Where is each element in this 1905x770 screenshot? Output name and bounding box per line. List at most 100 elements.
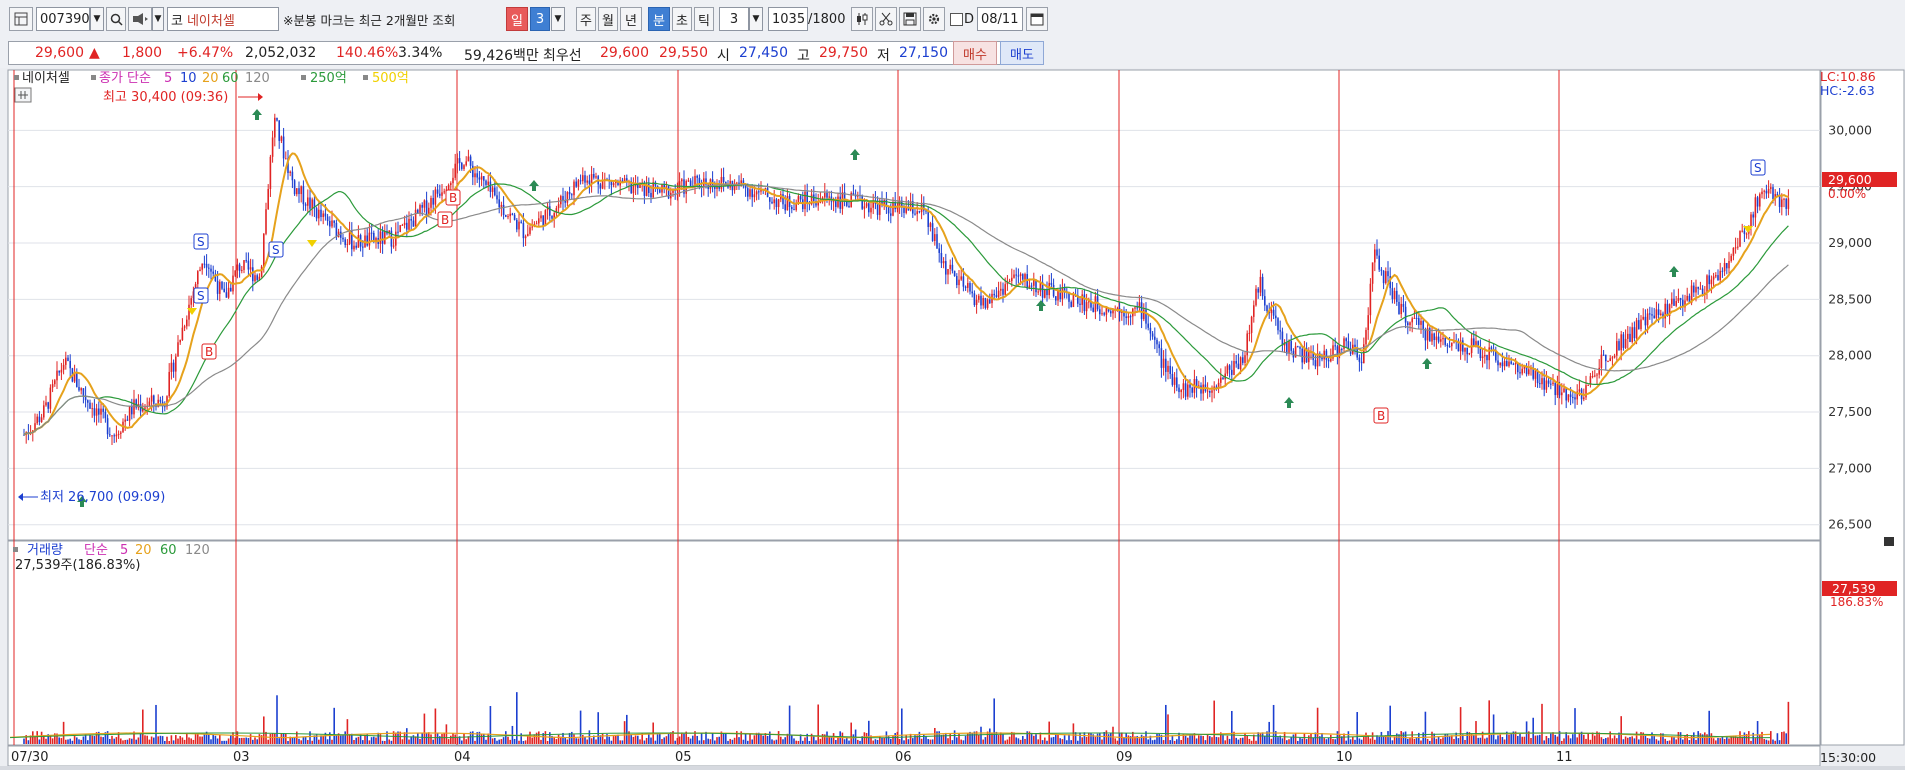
gear-icon[interactable]: [923, 7, 945, 31]
quote-bar: 29,600 ▲ 1,800 +6.47% 2,052,032 140.46% …: [0, 38, 1905, 69]
tab-day[interactable]: 일: [506, 7, 528, 31]
candle-body: [1110, 311, 1112, 314]
volume-bar: [344, 731, 346, 744]
volume-bar: [692, 735, 694, 744]
volume-bar: [342, 734, 344, 744]
candle-body: [802, 199, 804, 210]
candle-body: [1501, 362, 1504, 367]
candle-body: [1528, 369, 1530, 375]
volume-bar: [872, 740, 874, 744]
stock-chart[interactable]: 30,00029,50029,00028,50028,00027,50027,0…: [0, 68, 1905, 767]
scissors-icon[interactable]: [875, 7, 897, 31]
count-input[interactable]: 1035: [768, 7, 808, 31]
volume-bar: [243, 737, 245, 744]
volume-bar: [643, 740, 646, 744]
candle-body: [115, 434, 118, 437]
stock-code-input[interactable]: 007390: [36, 7, 90, 31]
volume-bar: [128, 738, 131, 744]
candle-body: [1288, 341, 1290, 354]
y-tick-label: 27,000: [1828, 460, 1872, 475]
candle-body: [1321, 357, 1323, 360]
candle-body: [1354, 344, 1356, 348]
candle-body: [98, 408, 100, 415]
tab-year[interactable]: 년: [620, 7, 642, 31]
period-value[interactable]: 3: [530, 7, 550, 31]
candle-body: [1015, 274, 1017, 276]
volume-bar: [216, 738, 219, 744]
chevron-down-icon[interactable]: ▼: [551, 7, 565, 31]
volume-bar: [223, 740, 225, 744]
volume-bar: [1708, 710, 1710, 744]
volume-bar: [89, 734, 91, 744]
tab-tick[interactable]: 틱: [694, 7, 714, 31]
search-icon[interactable]: [106, 7, 126, 31]
buy-button[interactable]: 매수: [953, 41, 997, 65]
chevron-down-icon[interactable]: ▼: [90, 7, 104, 31]
volume-bar: [826, 731, 828, 744]
volume-bar: [1765, 739, 1768, 744]
volume-bar: [170, 735, 173, 744]
volume-bar: [80, 739, 82, 744]
tab-minute[interactable]: 분: [648, 7, 670, 31]
interval-input[interactable]: 3: [719, 7, 749, 31]
panel-maximize-icon[interactable]: [1884, 537, 1894, 546]
volume-bar: [49, 736, 52, 744]
candle-body: [480, 176, 483, 180]
candle-body: [447, 185, 450, 190]
volume-bar: [555, 739, 558, 744]
sell-button[interactable]: 매도: [1000, 41, 1044, 65]
candle-body: [1334, 345, 1336, 347]
volume-bar: [1569, 738, 1572, 744]
volume-bar: [881, 737, 883, 744]
chevron-down-icon[interactable]: ▼: [749, 7, 763, 31]
candle-body: [1371, 262, 1374, 284]
date-input[interactable]: 08/11: [977, 7, 1023, 31]
volume-bar: [483, 733, 485, 744]
candle-body: [1387, 271, 1389, 277]
chevron-down-icon[interactable]: ▼: [152, 7, 164, 31]
candle-body: [1233, 361, 1235, 375]
volume-bar: [227, 738, 230, 744]
calendar-icon[interactable]: [1026, 7, 1048, 31]
volume-bar: [1037, 739, 1039, 744]
volume-bar: [36, 731, 38, 744]
candle-body: [964, 286, 967, 288]
candle-body: [1094, 296, 1097, 312]
candle-body: [1752, 214, 1754, 218]
candle-body: [687, 180, 690, 182]
candle-body: [551, 215, 553, 219]
candle-body: [1385, 271, 1387, 284]
volume-bar: [1235, 737, 1237, 744]
volume-bar: [1695, 739, 1697, 744]
volume-bar: [1057, 734, 1059, 744]
trade-value: 59,426백만: [464, 48, 539, 64]
candle-body: [1552, 382, 1554, 384]
tab-second[interactable]: 초: [672, 7, 692, 31]
candle-type-icon[interactable]: [851, 7, 873, 31]
candle-body: [1611, 357, 1614, 359]
tab-month[interactable]: 월: [598, 7, 618, 31]
volume-bar: [1151, 740, 1154, 744]
candle-body: [227, 287, 230, 298]
chart-menu-icon[interactable]: [9, 7, 33, 31]
volume-bar: [817, 704, 819, 744]
volume-bar: [1517, 735, 1519, 744]
candle-body: [1673, 298, 1675, 306]
volume-bar: [920, 738, 923, 744]
candle-body: [993, 293, 995, 296]
volume-bar: [577, 738, 580, 744]
volume-bar: [859, 740, 861, 744]
candle-body: [271, 137, 274, 157]
tab-week[interactable]: 주: [576, 7, 596, 31]
volume-bar: [377, 732, 379, 744]
candle-body: [265, 209, 267, 234]
save-icon[interactable]: [899, 7, 921, 31]
stock-name-field[interactable]: 코 네이처셀: [167, 7, 279, 31]
volume-bar: [1332, 738, 1334, 744]
candle-body: [1602, 354, 1605, 356]
volume-bar: [69, 738, 71, 744]
d-checkbox[interactable]: [949, 7, 963, 31]
volume-bar: [890, 738, 892, 744]
candle-body: [91, 408, 93, 410]
prev-stock-icon[interactable]: [128, 7, 152, 31]
